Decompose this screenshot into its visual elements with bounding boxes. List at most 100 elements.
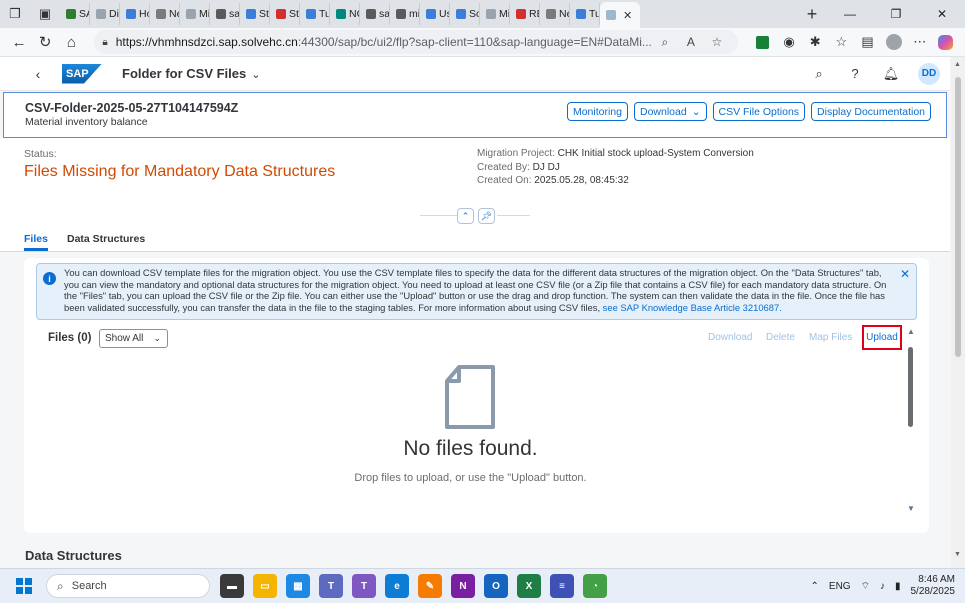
teams-meeting-icon[interactable]: T	[352, 574, 376, 598]
page-scroll-thumb[interactable]	[955, 77, 961, 357]
browser-tab[interactable]: So	[450, 3, 480, 25]
shell-back-icon[interactable]: ‹	[18, 66, 58, 82]
back-arrow-icon[interactable]: ←	[6, 29, 32, 55]
monitoring-button[interactable]: Monitoring	[566, 102, 628, 121]
scroll-down-icon[interactable]: ▼	[907, 504, 915, 513]
onenote-icon[interactable]: N	[451, 574, 475, 598]
extensions-puzzle-icon[interactable]: ✱	[802, 29, 828, 55]
chevron-up-icon[interactable]: ⌃	[811, 581, 819, 592]
volume-icon[interactable]: ♪	[880, 581, 885, 592]
browser-tab-label: Ne	[559, 8, 569, 20]
collections-icon[interactable]: ▤	[854, 29, 880, 55]
restore-icon[interactable]: ❐	[873, 0, 919, 28]
page-scrollbar[interactable]: ▲ ▼	[951, 57, 965, 568]
tab-actions-icon[interactable]: ▣	[30, 0, 60, 28]
download-menu-button[interactable]: Download ⌄	[633, 102, 707, 121]
sap-logo[interactable]: SAP	[62, 63, 102, 84]
extension-green-icon[interactable]	[750, 29, 776, 55]
task-view-icon[interactable]: ▬	[220, 574, 244, 598]
favorite-star-icon[interactable]: ☆	[704, 35, 730, 49]
created-on-value: 2025.05.28, 08:45:32	[534, 175, 629, 186]
app-title-menu[interactable]: Folder for CSV Files ⌄	[122, 66, 260, 81]
taskbar-search[interactable]: ⌕ Search	[46, 574, 210, 598]
zoom-icon[interactable]: ⌕	[652, 35, 678, 50]
browser-tab[interactable]: mi	[390, 3, 420, 25]
show-filter-select[interactable]: Show All ⌄	[99, 329, 168, 348]
url-field[interactable]: 🔒︎ https://vhmhnsdzci.sap.solvehc.cn:443…	[94, 30, 738, 54]
minimize-icon[interactable]: —	[827, 0, 873, 28]
browser-tab[interactable]: Ne	[540, 3, 570, 25]
home-icon[interactable]: ⌂	[58, 29, 84, 55]
browser-tab[interactable]: RE	[510, 3, 540, 25]
browser-tab[interactable]: Ste	[270, 3, 300, 25]
info-icon: i	[43, 272, 56, 285]
refresh-icon[interactable]: ↻	[32, 29, 58, 55]
workspaces-icon[interactable]: ❐	[0, 0, 30, 28]
scroll-up-icon[interactable]: ▲	[907, 327, 915, 336]
csv-file-options-button[interactable]: CSV File Options	[712, 102, 806, 121]
map-files-button[interactable]: Map Files	[809, 332, 852, 343]
browser-menu-icon[interactable]: ⋯	[907, 29, 933, 55]
windows-start-icon[interactable]	[16, 578, 32, 594]
store-icon[interactable]: ▦	[286, 574, 310, 598]
browser-tab[interactable]: Ste	[240, 3, 270, 25]
app-title: Folder for CSV Files	[122, 66, 247, 81]
display-documentation-button[interactable]: Display Documentation	[811, 102, 931, 121]
wifi-icon[interactable]: ⌔	[861, 580, 870, 593]
upload-button[interactable]: Upload	[862, 325, 902, 350]
teams-icon[interactable]: T	[319, 574, 343, 598]
new-tab-button[interactable]: +	[797, 4, 827, 25]
browser-tab[interactable]: NC	[330, 3, 360, 25]
scroll-thumb[interactable]	[908, 347, 913, 427]
browser-tab[interactable]: SA	[60, 3, 90, 25]
browser-tab-label: So	[469, 8, 479, 20]
help-icon[interactable]: ?	[846, 66, 864, 81]
search-icon[interactable]: ⌕	[810, 66, 828, 82]
browser-tab[interactable]: Mi	[480, 3, 510, 25]
browser-tab[interactable]: Tu	[570, 3, 600, 25]
files-scrollbar[interactable]: ▲ ▼	[907, 327, 915, 513]
tab-files[interactable]: Files	[24, 233, 48, 251]
show-filter-value: Show All	[105, 333, 144, 344]
edge-icon[interactable]: e	[385, 574, 409, 598]
tab-favicon-icon	[186, 9, 196, 19]
delete-button[interactable]: Delete	[766, 332, 795, 343]
browser-tab[interactable]: Mi	[180, 3, 210, 25]
tab-data-structures[interactable]: Data Structures	[67, 233, 145, 245]
excel-icon[interactable]: X	[517, 574, 541, 598]
pin-header-icon[interactable]: 📌︎	[478, 208, 495, 224]
download-button[interactable]: Download	[708, 332, 752, 343]
language-indicator[interactable]: ENG	[829, 581, 851, 592]
browser-tabs: SA Dis Ho Ne Mi sap Ste Ste Tu NC saj mi Us So Mi RE Ne T…	[60, 0, 797, 28]
scroll-down-icon[interactable]: ▼	[954, 551, 961, 558]
user-avatar[interactable]: DD	[918, 62, 940, 85]
notifications-bell-icon[interactable]: 🔔︎	[882, 66, 900, 82]
clock[interactable]: 8:46 AM 5/28/2025	[911, 574, 956, 598]
battery-icon[interactable]: ▮	[895, 581, 901, 592]
browser-tab[interactable]: saj	[360, 3, 390, 25]
outlook-icon[interactable]: O	[484, 574, 508, 598]
profile-icon[interactable]	[881, 29, 907, 55]
file-explorer-icon[interactable]: ▭	[253, 574, 277, 598]
notepad-icon[interactable]: ≡	[550, 574, 574, 598]
app-orange-icon[interactable]: ✎	[418, 574, 442, 598]
collapse-header-icon[interactable]: ⌃	[457, 208, 474, 224]
lock-icon: 🔒︎	[102, 36, 108, 48]
extension-dark-icon[interactable]: ◉	[776, 29, 802, 55]
browser-tab[interactable]: Dis	[90, 3, 120, 25]
scroll-up-icon[interactable]: ▲	[954, 61, 961, 68]
close-icon[interactable]: ✕	[900, 267, 910, 281]
browser-tab[interactable]: Ho	[120, 3, 150, 25]
copilot-icon[interactable]	[933, 29, 959, 55]
browser-tab[interactable]: sap	[210, 3, 240, 25]
kba-link[interactable]: see SAP Knowledge Base Article 3210687.	[603, 302, 782, 313]
tab-close-icon[interactable]: ✕	[623, 9, 632, 22]
favorites-icon[interactable]: ☆	[828, 29, 854, 55]
read-aloud-icon[interactable]: A	[678, 35, 704, 49]
browser-tab[interactable]: Us	[420, 3, 450, 25]
wechat-icon[interactable]: ◔	[583, 574, 607, 598]
active-browser-tab[interactable]: ✕	[600, 2, 640, 28]
close-window-icon[interactable]: ✕	[919, 0, 965, 28]
browser-tab[interactable]: Tu	[300, 3, 330, 25]
browser-tab[interactable]: Ne	[150, 3, 180, 25]
